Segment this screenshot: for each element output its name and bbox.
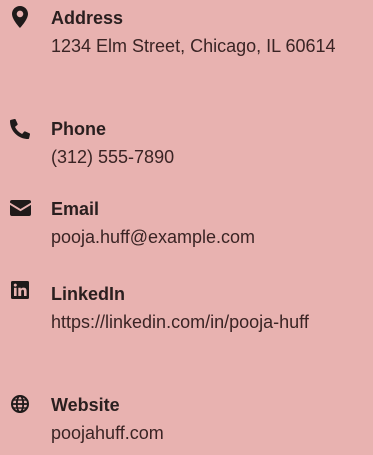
phone-icon: [9, 118, 31, 140]
website-label: Website: [51, 395, 120, 415]
phone-label: Phone: [51, 119, 107, 139]
linkedin-value: https://linkedin.com/in/pooja-huff: [51, 312, 309, 332]
globe-icon: [9, 393, 31, 415]
website-value: poojahuff.com: [51, 423, 164, 443]
phone-value: (312) 555-7890: [51, 147, 175, 167]
email-label: Email: [51, 199, 100, 219]
linkedin-label: LinkedIn: [51, 284, 126, 304]
address-label: Address: [51, 8, 124, 28]
address-value: 1234 Elm Street, Chicago, IL 60614: [51, 36, 336, 56]
envelope-icon: [9, 197, 31, 219]
map-marker-icon: [9, 6, 31, 28]
linkedin-icon: [9, 279, 31, 301]
email-value: pooja.huff@example.com: [51, 227, 256, 247]
